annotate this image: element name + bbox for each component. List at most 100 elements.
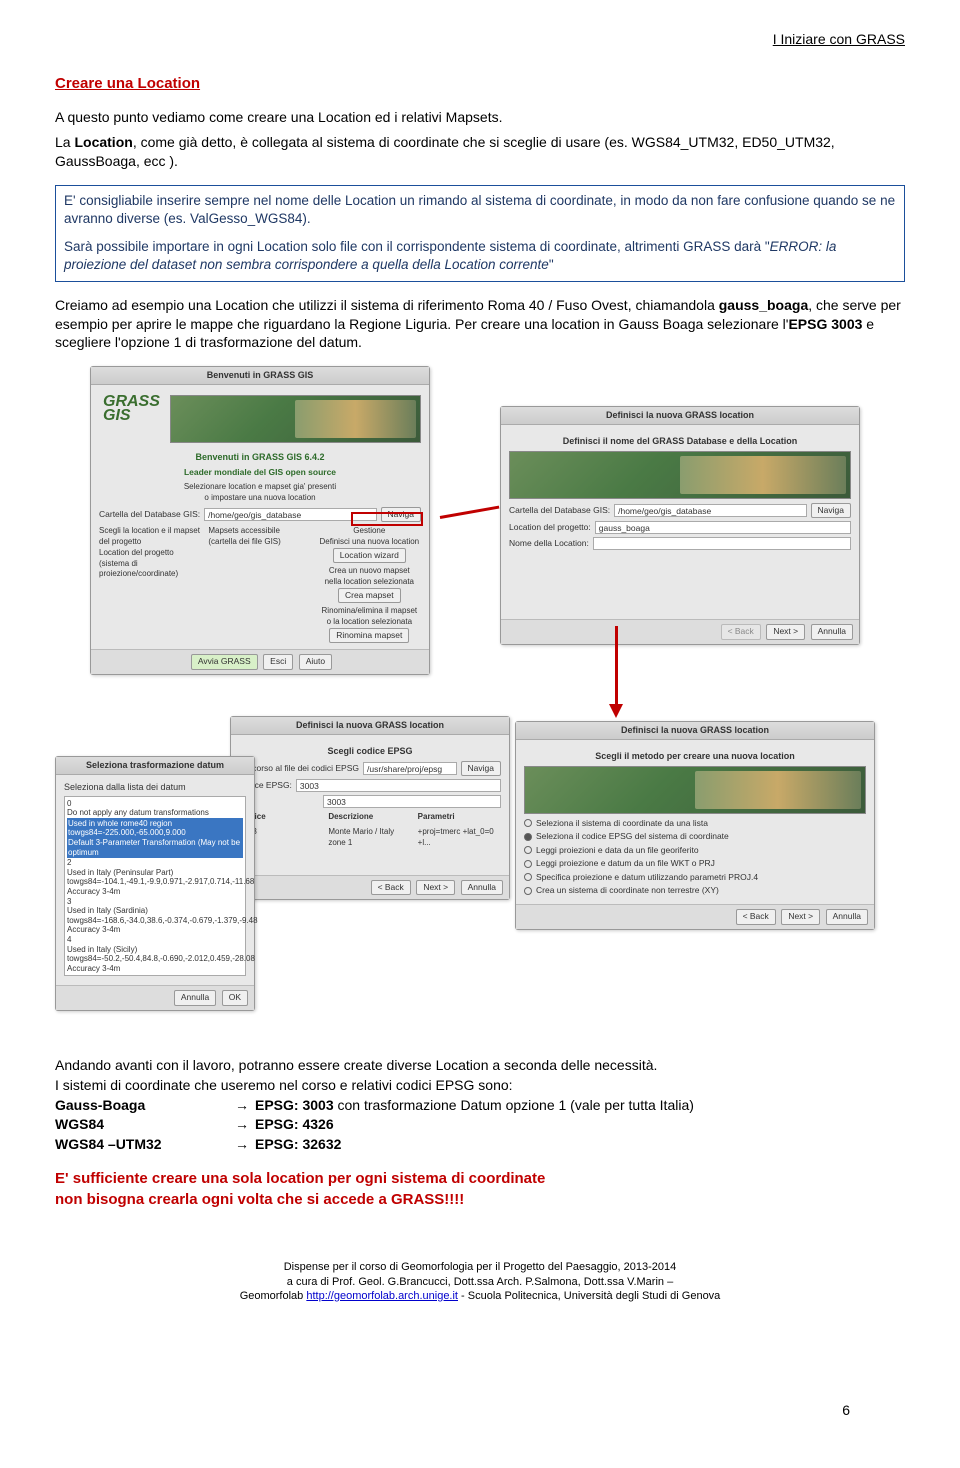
t: (sistema di proiezione/coordinate) bbox=[99, 559, 202, 581]
t: Leggi proiezione e datum da un file WKT … bbox=[536, 858, 715, 869]
t: La bbox=[55, 134, 74, 150]
win-title: Definisci la nuova GRASS location bbox=[501, 407, 859, 424]
radio-option[interactable]: Seleziona il sistema di coordinate da un… bbox=[524, 818, 866, 829]
t: EPSG: 32632 bbox=[255, 1136, 341, 1152]
db-input[interactable]: /home/geo/gis_database bbox=[614, 504, 806, 517]
t: Used in Italy (Sardinia) bbox=[67, 906, 243, 916]
t: WGS84 bbox=[55, 1115, 235, 1135]
cell: Monte Mario / Italy zone 1 bbox=[328, 827, 411, 849]
t: o impostare una nuova location bbox=[99, 493, 421, 504]
t: Used in whole rome40 region bbox=[68, 819, 242, 829]
intro-p2: La Location, come già detto, è collegata… bbox=[55, 133, 905, 171]
col-h: Parametri bbox=[418, 812, 501, 823]
t: (cartella dei file GIS) bbox=[208, 537, 311, 548]
t: 2 bbox=[67, 858, 243, 868]
t: 4 bbox=[67, 935, 243, 945]
label: Nome della Location: bbox=[509, 538, 589, 549]
location-input[interactable]: gauss_boaga bbox=[595, 521, 851, 534]
annulla-button[interactable]: Annulla bbox=[461, 880, 503, 895]
choose-method-window: Definisci la nuova GRASS location Scegli… bbox=[515, 721, 875, 930]
rinomina-button[interactable]: Rinomina mapset bbox=[329, 628, 409, 643]
ok-button[interactable]: OK bbox=[222, 990, 248, 1005]
epsg-path-input[interactable]: /usr/share/proj/epsg bbox=[363, 762, 457, 775]
arrow-icon: → bbox=[235, 1135, 249, 1155]
intro-p1: A questo punto vediamo come creare una L… bbox=[55, 108, 905, 127]
t: Gestione bbox=[318, 526, 421, 537]
t: Mapsets accessibile bbox=[208, 526, 311, 537]
t: Scegli la location e il mapset del proge… bbox=[99, 526, 202, 548]
t: towgs84=-104.1,-49.1,-9.9,0.971,-2.917,0… bbox=[67, 877, 243, 887]
advice-p1: E' consigliabile inserire sempre nel nom… bbox=[64, 192, 896, 228]
locname-input[interactable] bbox=[593, 537, 851, 550]
section-title: Creare una Location bbox=[55, 74, 905, 94]
epsg-code-input[interactable]: 3003 bbox=[296, 779, 501, 792]
t: Accuracy 3-4m bbox=[67, 887, 243, 897]
highlight-location-wizard bbox=[351, 512, 423, 526]
next-button[interactable]: Next > bbox=[781, 909, 820, 924]
back-button[interactable]: < Back bbox=[736, 909, 776, 924]
next-button[interactable]: Next > bbox=[416, 880, 455, 895]
page-credits: Dispense per il corso di Geomorfologia p… bbox=[55, 1260, 905, 1303]
aiuto-button[interactable]: Aiuto bbox=[299, 654, 332, 669]
t: towgs84=-50.2,-50.4,84.8,-0.690,-2.012,0… bbox=[67, 954, 243, 964]
credits-link[interactable]: http://geomorfolab.arch.unige.it bbox=[306, 1290, 458, 1302]
t: Selezionare location e mapset gia' prese… bbox=[99, 482, 421, 493]
sub-heading: Scegli codice EPSG bbox=[239, 745, 501, 757]
t: Crea un nuovo mapset bbox=[318, 566, 421, 577]
crea-mapset-button[interactable]: Crea mapset bbox=[338, 588, 401, 603]
radio-option[interactable]: Crea un sistema di coordinate non terres… bbox=[524, 885, 866, 896]
annulla-button[interactable]: Annulla bbox=[811, 624, 853, 639]
banner-image bbox=[509, 451, 851, 499]
back-button[interactable]: < Back bbox=[721, 624, 761, 639]
sub-heading: Definisci il nome del GRASS Database e d… bbox=[509, 435, 851, 447]
label: Percorso al file dei codici EPSG bbox=[239, 763, 359, 774]
grass-logo: GRASSGIS bbox=[99, 391, 164, 447]
welcome-heading: Benvenuti in GRASS GIS 6.4.2 bbox=[99, 451, 421, 463]
t: Geomorfolab bbox=[240, 1290, 307, 1302]
t: Definisci una nuova location bbox=[318, 537, 421, 548]
sub-heading: Scegli il metodo per creare una nuova lo… bbox=[524, 750, 866, 762]
t: o la location selezionata bbox=[318, 617, 421, 628]
radio-option[interactable]: Leggi proiezioni e data da un file geori… bbox=[524, 845, 866, 856]
t: Used in Italy (Sicily) bbox=[67, 945, 243, 955]
page-number: 6 bbox=[842, 1401, 850, 1420]
screenshot-collage: Benvenuti in GRASS GIS GRASSGIS Benvenut… bbox=[55, 366, 905, 1026]
naviga-button[interactable]: Naviga bbox=[811, 503, 851, 518]
t: con trasformazione Datum opzione 1 (vale… bbox=[334, 1097, 694, 1113]
label: Location del progetto: bbox=[509, 522, 591, 533]
t: a cura di Prof. Geol. G.Brancucci, Dott.… bbox=[55, 1275, 905, 1289]
search-input[interactable]: 3003 bbox=[323, 795, 501, 808]
t: Default 3-Parameter Transformation (May … bbox=[68, 838, 242, 857]
next-button[interactable]: Next > bbox=[766, 624, 805, 639]
epsg-row: WGS84 →EPSG: 4326 bbox=[55, 1115, 905, 1135]
define-location-window: Definisci la nuova GRASS location Defini… bbox=[500, 406, 860, 644]
location-wizard-button[interactable]: Location wizard bbox=[333, 548, 406, 563]
t: Crea un sistema di coordinate non terres… bbox=[536, 885, 719, 896]
label: Cartella del Database GIS: bbox=[509, 505, 610, 516]
esci-button[interactable]: Esci bbox=[263, 654, 293, 669]
t: Location bbox=[74, 134, 132, 150]
radio-option-selected[interactable]: Seleziona il codice EPSG del sistema di … bbox=[524, 831, 866, 842]
annulla-button[interactable]: Annulla bbox=[826, 909, 868, 924]
epsg-window: Definisci la nuova GRASS location Scegli… bbox=[230, 716, 510, 900]
t: Accuracy 3-4m bbox=[67, 925, 243, 935]
t: towgs84=-225.000,-65.000,9.000 bbox=[68, 828, 242, 838]
radio-option[interactable]: Leggi proiezione e datum da un file WKT … bbox=[524, 858, 866, 869]
page-header: I Iniziare con GRASS bbox=[55, 30, 905, 49]
radio-option[interactable]: Specifica proiezione e datum utilizzando… bbox=[524, 872, 866, 883]
t: gauss_boaga bbox=[719, 297, 808, 313]
arrow-icon: → bbox=[235, 1096, 249, 1116]
t: Specifica proiezione e datum utilizzando… bbox=[536, 872, 758, 883]
t: 0 bbox=[67, 799, 243, 809]
back-button[interactable]: < Back bbox=[371, 880, 411, 895]
t: , come già detto, è collegata al sistema… bbox=[55, 134, 835, 169]
avvia-button[interactable]: Avvia GRASS bbox=[191, 654, 258, 669]
welcome-sub: Leader mondiale del GIS open source bbox=[99, 467, 421, 478]
naviga-button[interactable]: Naviga bbox=[461, 761, 501, 776]
datum-listbox[interactable]: 0 Do not apply any datum transformations… bbox=[64, 796, 246, 977]
win-title: Benvenuti in GRASS GIS bbox=[91, 367, 429, 384]
datum-window: Seleziona trasformazione datum Seleziona… bbox=[55, 756, 255, 1010]
annulla-button[interactable]: Annulla bbox=[174, 990, 216, 1005]
advice-p2: Sarà possibile importare in ogni Locatio… bbox=[64, 238, 896, 274]
t: Leggi proiezioni e data da un file geori… bbox=[536, 845, 699, 856]
